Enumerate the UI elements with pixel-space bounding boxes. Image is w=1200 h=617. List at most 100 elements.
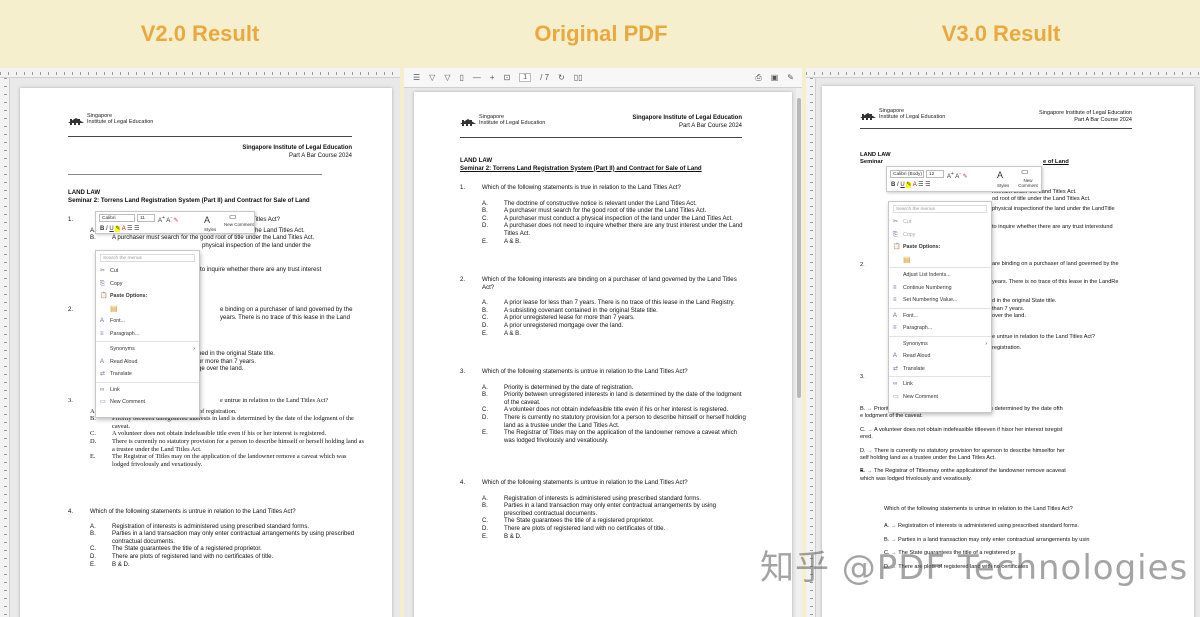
font-size-field[interactable]: 12 [926, 170, 944, 178]
menu-item-new-comment[interactable]: ▭ New Comment [889, 391, 991, 404]
new-comment-icon[interactable]: ▭ [1021, 168, 1029, 176]
paste-keep-format[interactable]: ▤ [889, 254, 991, 267]
menu-item-adjust-list-indents[interactable]: Adjust List Indents... [889, 269, 991, 282]
menu-item-copy[interactable]: ⎘ Copy [96, 278, 199, 291]
option-text[interactable]: There are plots of registered land with … [112, 553, 273, 561]
option-text[interactable]: e lodgment of the caveat. [860, 413, 1180, 420]
format-buttons[interactable]: B I U ✎ A ☰ ☰ [891, 181, 931, 189]
option-text[interactable]: physical inspectionof the land under the… [992, 206, 1177, 213]
option-text[interactable]: A purchaser must search for the good roo… [504, 207, 706, 215]
menu-item-read-aloud[interactable]: A Read Aloud [889, 350, 991, 363]
option-text[interactable]: There is currently no statutory provisio… [504, 414, 746, 429]
fit-page-icon[interactable]: ⊡ [504, 73, 511, 82]
option-text[interactable]: to inquire whether there are any trust i… [992, 224, 1177, 231]
option-text[interactable]: A volunteer does not obtain indefeasible… [112, 430, 326, 438]
option-text[interactable]: A purchaser must search for the good roo… [112, 234, 314, 242]
option-text[interactable]: B & D. [504, 533, 522, 541]
option-text[interactable]: Priority is determined by the date of re… [504, 384, 633, 392]
new-comment-icon[interactable]: ▭ [229, 213, 237, 221]
styles-label[interactable]: Styles [204, 226, 216, 234]
option-text[interactable]: Priority between unregistered interests … [504, 391, 746, 406]
menu-item-continue-numbering[interactable]: ≡ Continue Numbering [889, 282, 991, 295]
vertical-ruler[interactable] [0, 78, 10, 617]
paste-keep-format[interactable]: ▤ [96, 303, 199, 316]
horizontal-ruler[interactable] [0, 68, 400, 78]
rotate-icon[interactable]: ↻ [558, 73, 565, 82]
menu-item-link[interactable]: ∞ Link [96, 384, 199, 397]
two-page-icon[interactable]: ▯▯ [574, 73, 583, 82]
menu-item-font[interactable]: A Font... [96, 315, 199, 328]
option-text[interactable]: A & B. [504, 238, 521, 246]
option-text[interactable]: A & B. [504, 330, 521, 338]
save-icon[interactable]: ▣ [771, 73, 779, 82]
menu-item-paragraph[interactable]: ≡ Paragraph... [889, 322, 991, 335]
option-text[interactable]: A prior unregistered mortgage over the l… [504, 322, 623, 330]
menu-item-link[interactable]: ∞ Link [889, 378, 991, 391]
reading-view-icon[interactable]: ▯ [459, 73, 463, 82]
option-text[interactable]: self holding land as a trustee under the… [860, 455, 1180, 462]
menu-item-paragraph[interactable]: ≡ Paragraph... [96, 328, 199, 341]
menu-item-read-aloud[interactable]: A Read Aloud [96, 356, 199, 369]
format-buttons[interactable]: B I U ✎ A ☰ ☰ [100, 225, 140, 233]
zoom-in-icon[interactable]: + [490, 73, 495, 82]
option-text[interactable]: The State guarantees the title of a regi… [112, 545, 262, 553]
menu-item-set-numbering-value[interactable]: ≡ Set Numbering Value... [889, 294, 991, 307]
styles-icon[interactable]: A [997, 171, 1003, 180]
menu-item-new-comment[interactable]: ▭ New Comment [96, 396, 199, 409]
edit-icon[interactable]: ✎ [787, 73, 794, 82]
highlight-icon[interactable]: ▽ [444, 73, 450, 82]
contents-icon[interactable]: ☰ [413, 73, 420, 82]
menu-search-input[interactable]: Search the menus [893, 205, 987, 213]
option-text[interactable]: The State guarantees the title of a regi… [504, 517, 654, 525]
draw-icon[interactable]: ▽ [429, 73, 435, 82]
option-text[interactable]: A volunteer does not obtain indefeasible… [504, 406, 728, 414]
option-text[interactable]: Registration of interests is administere… [112, 523, 309, 531]
new-comment-label[interactable]: New Comment [1015, 178, 1041, 188]
option-text[interactable]: The Registrar of Titles may on the appli… [112, 453, 364, 468]
grow-font-icon[interactable]: A+ A- ✎ [947, 170, 968, 181]
menu-search-input[interactable]: Search the menus [100, 254, 195, 262]
option-text[interactable]: There is currently no statutory provisio… [874, 448, 1065, 454]
option-text[interactable]: A subsisting covenant contained in the o… [504, 307, 658, 315]
option-text[interactable]: B & D. [112, 561, 130, 569]
option-text[interactable]: The doctrine of constructive notice is r… [504, 200, 697, 208]
styles-icon[interactable]: A [204, 216, 210, 225]
option-text[interactable]: A prior unregistered lease for more than… [504, 314, 635, 322]
menu-item-copy[interactable]: ⎘ Copy [889, 229, 991, 242]
font-name-field[interactable]: Calibri (Body) [890, 170, 924, 178]
menu-item-font[interactable]: A Font... [889, 310, 991, 323]
option-text[interactable]: Registration of interests is administere… [504, 495, 701, 503]
font-name-field[interactable]: Calibri [99, 214, 135, 222]
scrollbar[interactable] [796, 88, 802, 617]
option-text[interactable]: The Registrar of Titles may on the appli… [504, 429, 746, 444]
styles-label[interactable]: Styles [997, 182, 1009, 190]
option-text[interactable]: A purchaser must conduct a physical insp… [504, 215, 733, 223]
option-text[interactable]: Parties in a land transaction may only e… [504, 502, 746, 517]
grow-font-icon[interactable]: A+ A- ✎ [158, 214, 179, 225]
horizontal-ruler[interactable] [806, 68, 1200, 78]
option-text[interactable]: Registration of interests is administere… [898, 523, 1079, 529]
menu-item-translate[interactable]: ⇄ Translate [96, 368, 199, 381]
vertical-ruler[interactable] [806, 78, 816, 617]
menu-item-synonyms[interactable]: Synonyms › [96, 343, 199, 356]
option-text[interactable]: A volunteer does not obtain indefeasible… [874, 427, 1062, 433]
scroll-thumb[interactable] [797, 98, 801, 398]
font-size-field[interactable]: 11 [137, 214, 155, 222]
page-number-input[interactable]: 1 [519, 73, 532, 82]
print-icon[interactable]: ⎙ [755, 73, 761, 83]
option-text[interactable]: which was lodged frivolously and vexatio… [860, 476, 1180, 483]
menu-item-cut[interactable]: ✂ Cut [96, 265, 199, 278]
option-text[interactable]: The Registrar of Titlesmay onthe applica… [874, 468, 1066, 474]
menu-item-cut[interactable]: ✂ Cut [889, 216, 991, 229]
option-text[interactable]: A purchaser does not need to inquire whe… [504, 222, 746, 237]
option-text[interactable]: Parties in a land transaction may only e… [112, 530, 364, 545]
option-text[interactable]: ered. [860, 434, 1180, 441]
menu-item-synonyms[interactable]: Synonyms › [889, 338, 991, 351]
option-text[interactable]: There is currently no statutory provisio… [112, 438, 364, 453]
option-text[interactable]: There are plots of registered land with … [504, 525, 665, 533]
menu-item-translate[interactable]: ⇄ Translate [889, 363, 991, 376]
new-comment-label[interactable]: New Comment [224, 222, 254, 227]
option-text[interactable]: years. There is no trace of this lease i… [992, 279, 1177, 286]
option-text[interactable]: A prior lease for less than 7 years. The… [504, 299, 735, 307]
zoom-out-icon[interactable]: — [473, 73, 481, 82]
